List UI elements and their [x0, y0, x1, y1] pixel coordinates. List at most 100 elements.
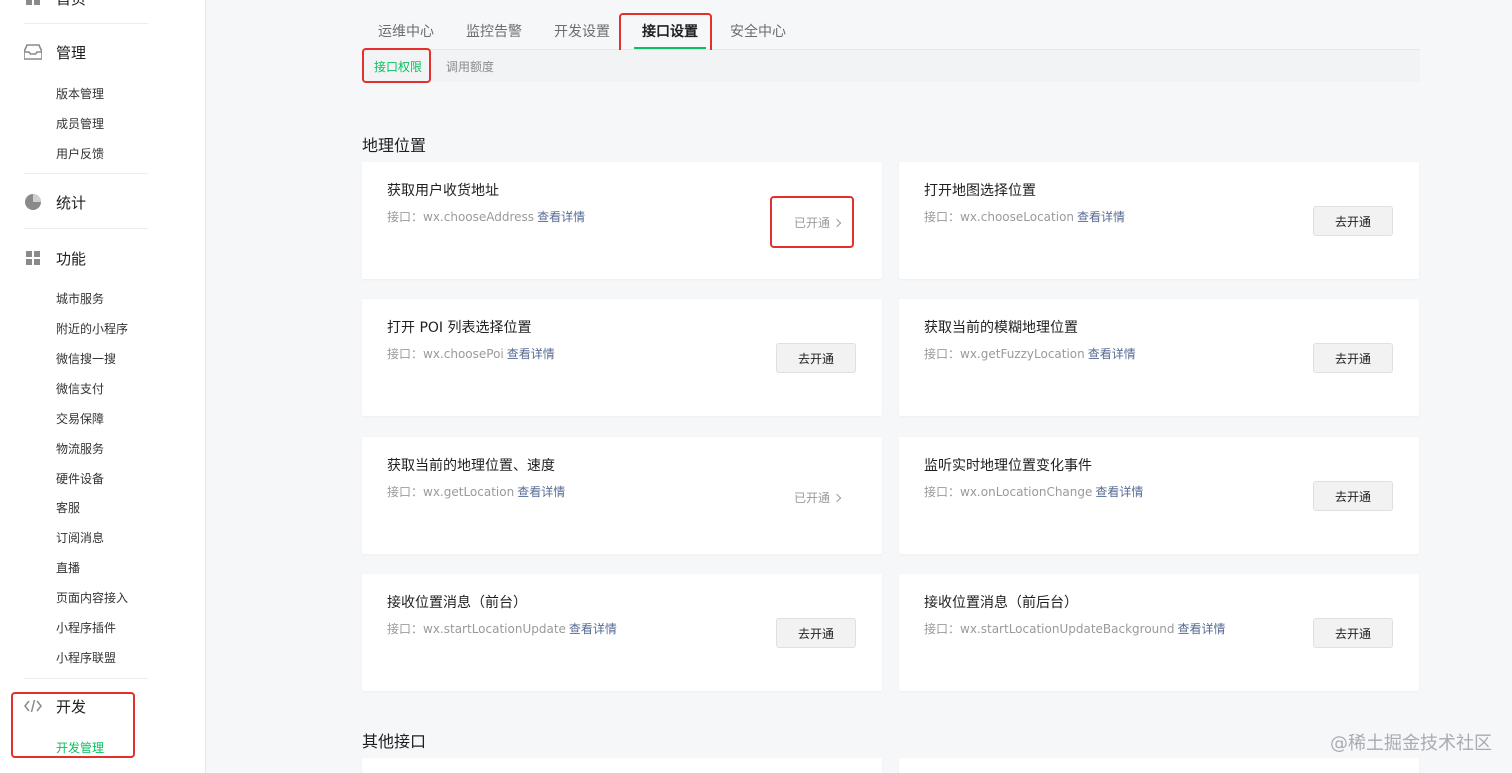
enable-button[interactable]: 去开通 — [1313, 206, 1393, 236]
api-card-desc: 接口：wx.getFuzzyLocation 查看详情 — [924, 345, 1136, 362]
api-card-desc: 接口：wx.choosePoi 查看详情 — [387, 345, 555, 362]
section-title-other: 其他接口 — [362, 732, 427, 751]
enable-button[interactable]: 去开通 — [1313, 481, 1393, 511]
detail-link[interactable]: 查看详情 — [1088, 347, 1136, 361]
api-card: 接收位置消息（前台） 接口：wx.startLocationUpdate 查看详情… — [362, 574, 882, 691]
tab-monitor[interactable]: 监控告警 — [450, 12, 538, 50]
sidebar-item-page-content[interactable]: 页面内容接入 — [56, 590, 128, 606]
api-card-desc: 接口：wx.getLocation 查看详情 — [387, 483, 565, 500]
sidebar-group-label: 首页 — [56, 0, 86, 9]
sidebar-item-plugin[interactable]: 小程序插件 — [56, 620, 116, 636]
sidebar-item-subscribe[interactable]: 订阅消息 — [56, 530, 104, 546]
api-card-title: 接收位置消息（前台） — [387, 595, 527, 611]
api-card: 获取当前的地理位置、速度 接口：wx.getLocation 查看详情 已开通 — [362, 437, 882, 554]
api-name: wx.getFuzzyLocation — [960, 347, 1085, 361]
enable-button[interactable]: 去开通 — [1313, 343, 1393, 373]
detail-link[interactable]: 查看详情 — [507, 347, 555, 361]
api-name: wx.startLocationUpdate — [423, 622, 566, 636]
detail-link[interactable]: 查看详情 — [1077, 210, 1125, 224]
enabled-status[interactable]: 已开通 — [793, 489, 842, 506]
enable-button[interactable]: 去开通 — [776, 618, 856, 648]
api-card: 打开地图选择位置 接口：wx.chooseLocation 查看详情 去开通 — [899, 162, 1419, 279]
enable-button[interactable]: 去开通 — [776, 343, 856, 373]
sidebar-item-members[interactable]: 成员管理 — [56, 116, 104, 132]
api-prefix: 接口： — [387, 347, 424, 361]
enable-button[interactable]: 去开通 — [1313, 618, 1393, 648]
api-prefix: 接口： — [924, 622, 961, 636]
top-tabs: 运维中心 监控告警 开发设置 接口设置 安全中心 — [362, 12, 802, 50]
sidebar-item-live[interactable]: 直播 — [56, 560, 80, 576]
api-name: wx.choosePoi — [423, 347, 504, 361]
inbox-icon — [24, 43, 42, 61]
highlight-box-dev — [11, 692, 135, 758]
home-grid-icon — [24, 0, 42, 7]
sidebar-item-feedback[interactable]: 用户反馈 — [56, 146, 104, 162]
detail-link[interactable]: 查看详情 — [537, 210, 585, 224]
detail-link[interactable]: 查看详情 — [1095, 485, 1143, 499]
api-card: 监听实时地理位置变化事件 接口：wx.onLocationChange 查看详情 … — [899, 437, 1419, 554]
tab-ops[interactable]: 运维中心 — [362, 12, 450, 50]
api-name: wx.startLocationUpdateBackground — [960, 622, 1175, 636]
api-card-desc: 接口：wx.chooseLocation 查看详情 — [924, 208, 1125, 225]
section-title-geo: 地理位置 — [362, 136, 427, 155]
api-card-title: 获取当前的地理位置、速度 — [387, 458, 555, 474]
api-card-desc: 接口：wx.startLocationUpdate 查看详情 — [387, 620, 617, 637]
sidebar-group-label: 管理 — [56, 43, 87, 62]
api-name: wx.getLocation — [423, 485, 515, 499]
api-card-title: 接收位置消息（前后台） — [924, 595, 1078, 611]
api-prefix: 接口： — [387, 485, 424, 499]
api-card — [362, 758, 882, 773]
sidebar-item-hardware[interactable]: 硬件设备 — [56, 471, 104, 487]
pie-chart-icon — [24, 193, 42, 211]
sidebar-divider — [24, 23, 148, 24]
api-card: 接收位置消息（前后台） 接口：wx.startLocationUpdateBac… — [899, 574, 1419, 691]
sidebar-divider — [24, 228, 148, 229]
tab-security[interactable]: 安全中心 — [714, 12, 802, 50]
sidebar-group-home[interactable]: 首页 — [24, 0, 86, 10]
api-card — [899, 758, 1419, 773]
chevron-right-icon — [832, 493, 842, 502]
api-card-title: 打开地图选择位置 — [924, 183, 1036, 199]
sub-tabs: 接口权限 调用额度 — [362, 50, 1420, 82]
sidebar: 首页 管理 版本管理 成员管理 用户反馈 统计 功能 城市服务 附近的小程序 微… — [0, 0, 206, 773]
sidebar-item-city-service[interactable]: 城市服务 — [56, 291, 104, 307]
tab-dev-settings[interactable]: 开发设置 — [538, 12, 626, 50]
api-prefix: 接口： — [387, 622, 424, 636]
detail-link[interactable]: 查看详情 — [569, 622, 617, 636]
sidebar-item-customer-service[interactable]: 客服 — [56, 500, 80, 516]
highlight-box-subtab — [362, 48, 431, 83]
api-card-desc: 接口：wx.chooseAddress 查看详情 — [387, 208, 585, 225]
subtab-call-quota[interactable]: 调用额度 — [434, 58, 506, 75]
enabled-label: 已开通 — [793, 491, 830, 505]
api-card-title: 获取用户收货地址 — [387, 183, 499, 199]
api-card-desc: 接口：wx.startLocationUpdateBackground 查看详情 — [924, 620, 1226, 637]
api-card: 获取当前的模糊地理位置 接口：wx.getFuzzyLocation 查看详情 去… — [899, 299, 1419, 416]
sidebar-item-trade[interactable]: 交易保障 — [56, 411, 104, 427]
sidebar-item-pay[interactable]: 微信支付 — [56, 381, 104, 397]
api-card-title: 监听实时地理位置变化事件 — [924, 458, 1092, 474]
sidebar-group-features[interactable]: 功能 — [24, 246, 86, 270]
sidebar-item-nearby[interactable]: 附近的小程序 — [56, 321, 128, 337]
watermark: @稀土掘金技术社区 — [1330, 733, 1492, 754]
detail-link[interactable]: 查看详情 — [1178, 622, 1226, 636]
api-prefix: 接口： — [924, 485, 961, 499]
sidebar-item-search[interactable]: 微信搜一搜 — [56, 351, 116, 367]
sidebar-group-manage[interactable]: 管理 — [24, 40, 86, 64]
detail-link[interactable]: 查看详情 — [517, 485, 565, 499]
api-card-title: 获取当前的模糊地理位置 — [924, 320, 1078, 336]
api-card-desc: 接口：wx.onLocationChange 查看详情 — [924, 483, 1143, 500]
api-prefix: 接口： — [924, 347, 961, 361]
grid-icon — [24, 249, 42, 267]
highlight-box-enabled — [770, 196, 854, 248]
sidebar-item-logistics[interactable]: 物流服务 — [56, 441, 104, 457]
sidebar-group-label: 统计 — [56, 193, 87, 212]
api-name: wx.onLocationChange — [960, 485, 1093, 499]
api-card-title: 打开 POI 列表选择位置 — [387, 320, 532, 336]
sidebar-item-version[interactable]: 版本管理 — [56, 86, 104, 102]
api-prefix: 接口： — [387, 210, 424, 224]
sidebar-divider — [24, 173, 148, 174]
api-card: 打开 POI 列表选择位置 接口：wx.choosePoi 查看详情 去开通 — [362, 299, 882, 416]
api-prefix: 接口： — [924, 210, 961, 224]
sidebar-group-stats[interactable]: 统计 — [24, 190, 86, 214]
sidebar-item-union[interactable]: 小程序联盟 — [56, 650, 116, 666]
